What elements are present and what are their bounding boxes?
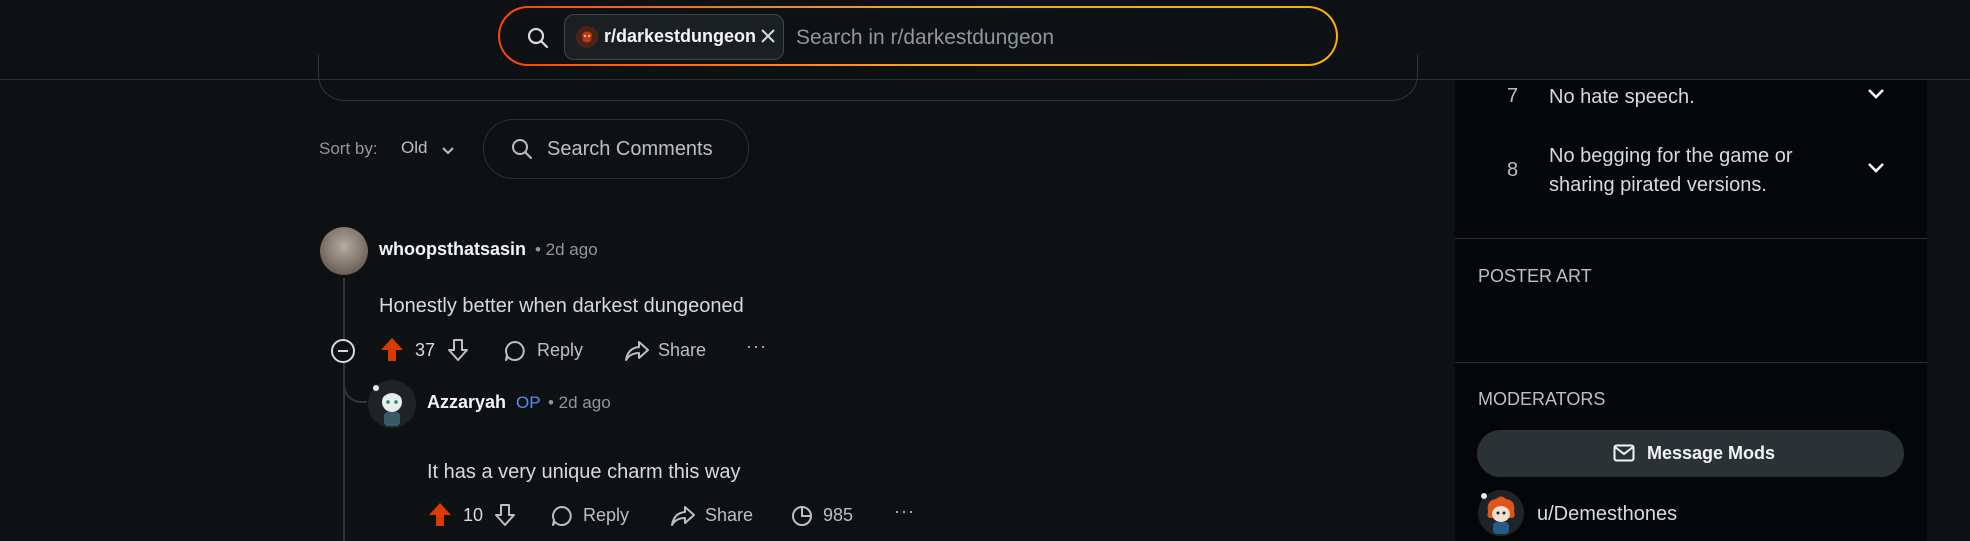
reply-button[interactable]: Reply: [537, 340, 583, 361]
message-mods-label: Message Mods: [1647, 443, 1776, 463]
rule-text[interactable]: No begging for the game or sharing pirat…: [1549, 142, 1849, 200]
community-avatar: [576, 26, 598, 48]
share-button[interactable]: Share: [705, 505, 753, 526]
mail-icon: [1613, 444, 1635, 467]
reply-button[interactable]: Reply: [583, 505, 629, 526]
upvote-icon[interactable]: [380, 337, 404, 368]
rule-number: 7: [1507, 85, 1519, 107]
op-badge: OP: [516, 393, 541, 412]
downvote-icon[interactable]: [447, 338, 469, 367]
share-button[interactable]: Share: [658, 340, 706, 361]
poster-art-heading: POSTER ART: [1478, 266, 1592, 286]
moderators-heading: MODERATORS: [1478, 389, 1606, 409]
search-input[interactable]: Search in r/darkestdungeon: [796, 26, 1054, 50]
comment-composer[interactable]: [318, 55, 1418, 101]
vote-score: 10: [463, 505, 484, 525]
comment-timestamp[interactable]: • 2d ago: [535, 240, 598, 260]
chevron-down-icon[interactable]: [1867, 87, 1885, 105]
collapse-minus-icon[interactable]: [331, 339, 355, 363]
view-count[interactable]: 985: [823, 505, 853, 526]
comment-body: It has a very unique charm this way: [427, 461, 741, 483]
views-clock-icon[interactable]: [790, 504, 814, 533]
sidebar-divider: [1455, 362, 1927, 363]
moderator-name[interactable]: u/Demesthones: [1537, 503, 1677, 526]
more-options-button[interactable]: ···: [746, 336, 767, 357]
more-options-button[interactable]: ···: [894, 501, 915, 522]
vote-score: 37: [415, 340, 436, 360]
sort-label: Sort by:: [319, 139, 378, 158]
close-icon[interactable]: [760, 28, 776, 49]
thread-line[interactable]: [343, 278, 345, 541]
rule-text[interactable]: No hate speech.: [1549, 83, 1695, 112]
chevron-down-icon[interactable]: [1867, 161, 1885, 179]
search-icon: [526, 26, 550, 55]
comment-bubble-icon[interactable]: [503, 339, 527, 368]
upvote-icon[interactable]: [428, 502, 452, 533]
rule-number: 8: [1507, 159, 1519, 181]
sidebar-divider: [1455, 238, 1927, 239]
sort-dropdown[interactable]: Old: [401, 138, 427, 158]
share-arrow-icon[interactable]: [624, 339, 650, 368]
comment-timestamp[interactable]: • 2d ago: [548, 393, 611, 413]
share-arrow-icon[interactable]: [670, 504, 696, 533]
avatar[interactable]: [368, 380, 416, 428]
search-comments-label: Search Comments: [547, 138, 713, 160]
chevron-down-icon[interactable]: [441, 143, 455, 161]
avatar[interactable]: [320, 227, 368, 275]
comment-username[interactable]: Azzaryah: [427, 392, 506, 413]
community-chip-label: r/darkestdungeon: [604, 26, 757, 46]
comment-body: Honestly better when darkest dungeoned: [379, 295, 744, 317]
comment-username[interactable]: whoopsthatsasin: [379, 239, 526, 260]
search-icon: [510, 137, 534, 166]
comment-bubble-icon[interactable]: [550, 504, 574, 533]
avatar[interactable]: [1478, 490, 1524, 536]
downvote-icon[interactable]: [494, 503, 516, 532]
